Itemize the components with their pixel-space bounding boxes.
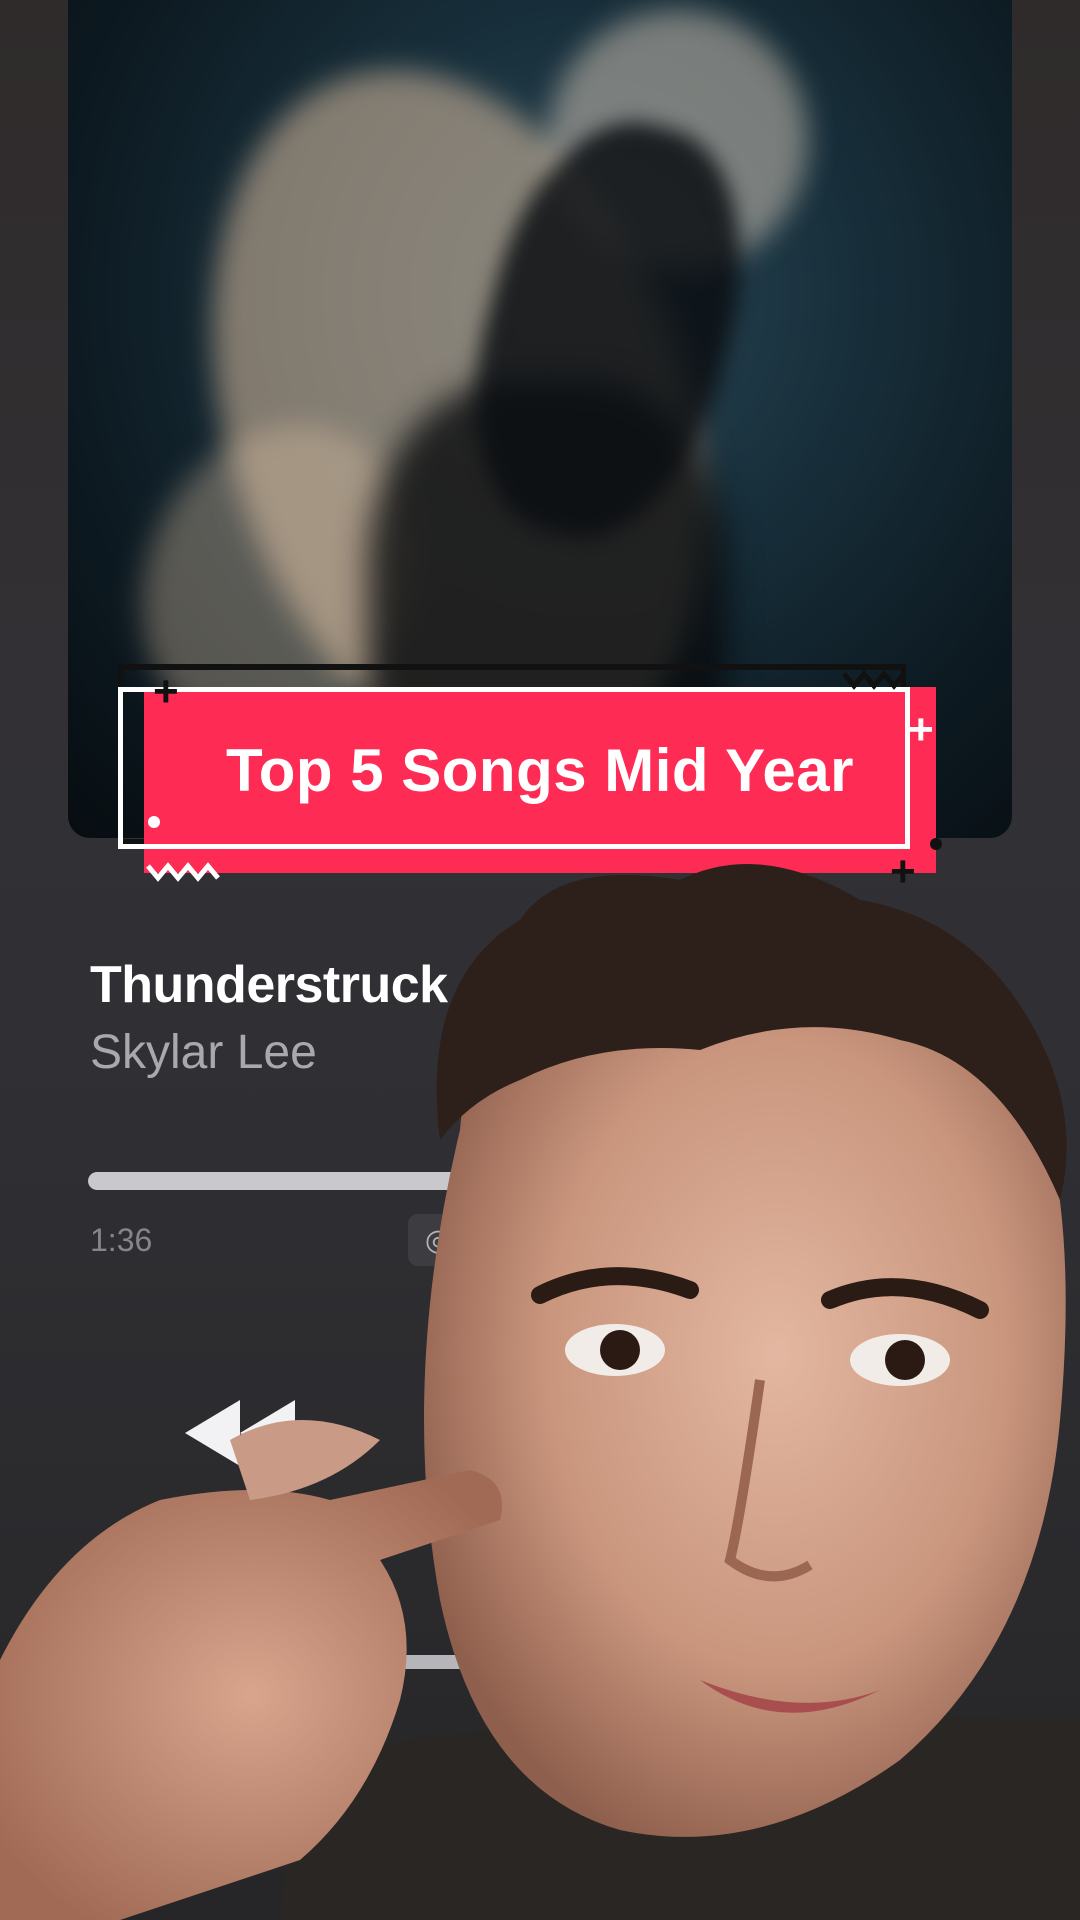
plus-decoration: +: [153, 667, 179, 716]
artist-name[interactable]: Skylar Lee: [90, 1025, 317, 1080]
airplay-icon[interactable]: [510, 1763, 560, 1813]
volume-slider[interactable]: [350, 1655, 570, 1669]
plus-decoration: +: [908, 705, 934, 754]
title-banner: Top 5 Songs Mid Year + + +: [118, 662, 948, 894]
rewind-icon[interactable]: [185, 1398, 315, 1468]
dot-decoration: [148, 816, 160, 828]
progress-fill: [88, 1172, 475, 1190]
plus-decoration: +: [890, 847, 916, 896]
playback-progress-bar[interactable]: [88, 1172, 988, 1190]
banner-white-frame: [118, 687, 910, 849]
elapsed-time: 1:36: [90, 1222, 153, 1258]
dot-decoration: [930, 838, 942, 850]
zigzag-decoration: [842, 670, 906, 690]
zigzag-decoration: [146, 862, 220, 882]
lossless-icon: ◎: [408, 1214, 468, 1266]
song-title: Thunderstruck: [90, 956, 448, 1014]
